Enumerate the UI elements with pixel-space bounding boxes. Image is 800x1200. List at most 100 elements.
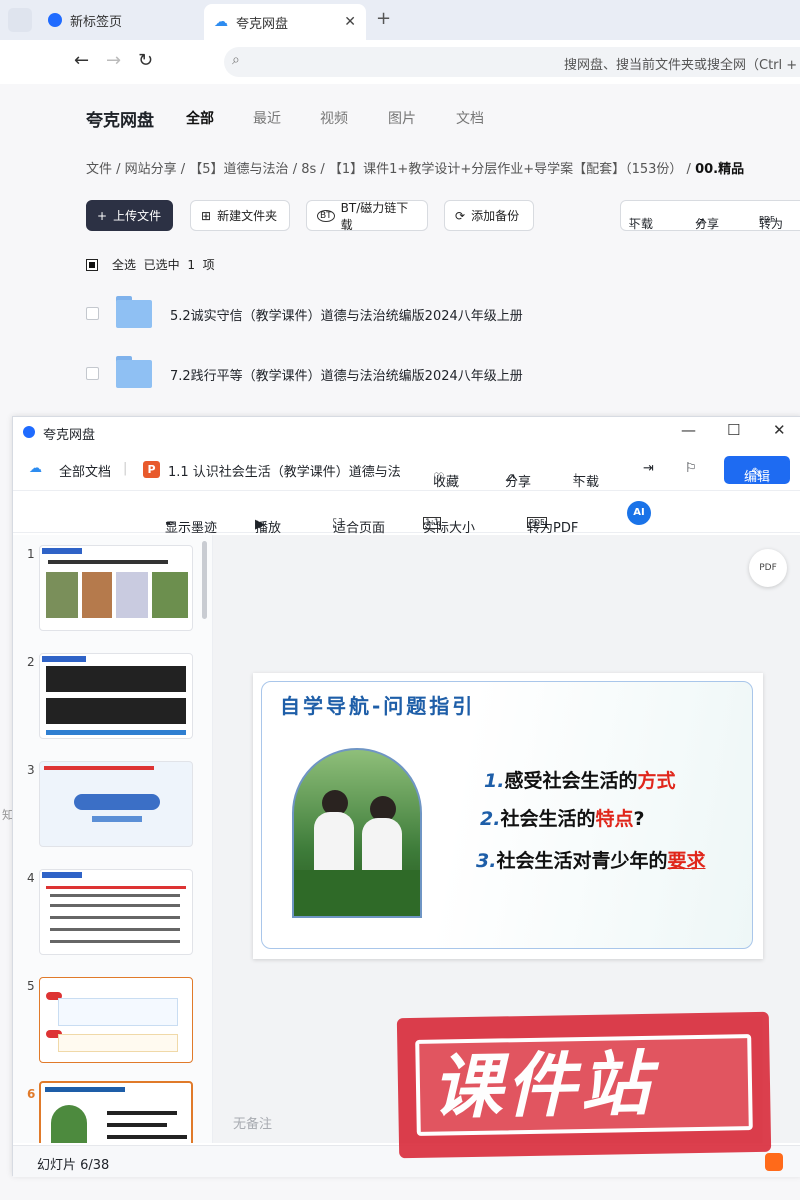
upload-button[interactable]: + 上传文件 [86,200,173,231]
new-folder-button[interactable]: ⊞ 新建文件夹 [190,200,290,231]
selected-count: 1 [187,258,195,272]
file-row[interactable]: 7.2践行平等（教学课件）道德与法治统编版2024八年级上册 [86,354,786,394]
share-label: 分享 [695,217,720,231]
slide-thumbnail-2[interactable] [39,653,193,739]
quark-logo-icon [48,13,62,27]
upload-label: 上传文件 [113,209,162,223]
plus-icon: + [97,208,108,223]
backup-icon: ⟳ [455,208,466,223]
thumbnail-number: 6 [27,1087,36,1101]
backup-label: 添加备份 [471,209,520,223]
current-slide: 自学导航-问题指引 1.感受社会生活的方式 2.社会生活的特点? 3.社会生活对… [253,673,763,959]
breadcrumb[interactable]: 文件 / 网站分享 / 【5】道德与法治 / 8s / 【1】课件1+教学设计+… [86,158,744,177]
breadcrumb-path[interactable]: 文件 / 网站分享 / 【5】道德与法治 / 8s / 【1】课件1+教学设计+… [86,162,691,177]
question-1: 1.感受社会生活的方式 [484,766,675,793]
edit-label: 编辑 [743,470,770,485]
slide-thumbnail-1[interactable] [39,545,193,631]
report-icon[interactable]: ⚐ [685,461,697,476]
folder-icon [116,356,152,388]
page-title: 夸克网盘 [86,111,154,131]
question-2: 2.社会生活的特点? [480,804,645,831]
nav-tab-video[interactable]: 视频 [320,108,348,128]
selected-label: 已选中 [143,258,180,272]
question-highlight: 要求 [667,850,706,872]
thumbnail-number: 2 [27,655,35,669]
breadcrumb-current: 00.精品 [695,162,745,177]
file-name[interactable]: 7.2践行平等（教学课件）道德与法治统编版2024八年级上册 [170,365,523,384]
slideshow-play-icon[interactable] [765,1153,783,1171]
row-checkbox[interactable] [86,307,99,320]
nav-tab-document[interactable]: 文档 [456,108,484,128]
convert-label: 转为 [759,217,784,231]
bt-download-button[interactable]: BT BT/磁力链下载 [306,200,428,232]
search-input[interactable]: ⌕ 搜网盘、搜当前文件夹或搜全网（Ctrl + F） [224,47,800,77]
thumbnail-number: 1 [27,547,35,561]
slide-frame: 自学导航-问题指引 1.感受社会生活的方式 2.社会生活的特点? 3.社会生活对… [261,681,753,949]
thumbnail-number: 4 [27,871,35,885]
new-tab-plus-icon[interactable]: + [376,8,391,29]
question-number: 3. [476,850,497,872]
watermark-stamp: 课件站 [396,1011,772,1159]
tab-new-tab[interactable]: 新标签页 [40,4,200,36]
tab-search-icon[interactable] [8,8,32,32]
question-text: 社会生活对青少年的 [496,850,668,872]
file-actions-group: ⤓ 下载 ↗ 分享 PDF 转为 [620,200,800,231]
nav-tab-recent[interactable]: 最近 [253,108,281,128]
slide-thumbnail-5[interactable] [39,977,193,1063]
select-all-checkbox[interactable] [86,259,98,271]
download-label: 下载 [573,475,600,490]
thumbnail-number: 3 [27,763,35,777]
select-all-label[interactable]: 全选 [112,258,136,272]
students-photo [292,748,422,918]
row-checkbox[interactable] [86,367,99,380]
nav-tab-all[interactable]: 全部 [186,108,214,128]
sidebar-scrollbar[interactable] [202,541,207,619]
cloud-icon: ☁ [214,14,228,30]
thumbnail-number: 5 [27,979,35,993]
share-label: 分享 [505,475,532,490]
to-pdf-label: 转为PDF [527,521,579,536]
question-highlight: 方式 [637,770,676,792]
back-arrow-icon[interactable]: ← [74,50,89,71]
watermark-text: 课件站 [431,1042,655,1129]
edit-button[interactable]: ✎ 编辑 [724,456,790,485]
close-icon[interactable]: ✕ [773,421,786,439]
close-icon[interactable]: ✕ [344,14,356,30]
ai-assistant-icon[interactable]: AI [627,501,651,525]
file-row[interactable]: 5.2诚实守信（教学课件）道德与法治统编版2024八年级上册 [86,294,786,334]
file-name[interactable]: 5.2诚实守信（教学课件）道德与法治统编版2024八年级上册 [170,305,523,324]
viewer-toolbar-primary: ☁ 全部文档 | P 1.1 认识社会生活（教学课件）道德与法 ♡ 收藏 ↗ 分… [13,451,800,491]
tab-quark-disk[interactable]: ☁ 夸克网盘 ✕ [204,4,366,40]
new-folder-label: 新建文件夹 [217,209,278,223]
add-backup-button[interactable]: ⟳ 添加备份 [444,200,534,231]
open-external-icon[interactable]: ⇥ [643,461,654,476]
slide-thumbnail-3[interactable] [39,761,193,847]
all-docs-button[interactable]: 全部文档 [59,461,111,480]
folder-plus-icon: ⊞ [201,208,212,223]
browser-tab-bar: 新标签页 ☁ 夸克网盘 ✕ + [0,0,800,40]
ppt-file-icon: P [143,461,160,478]
quark-logo-icon [23,426,35,438]
divider: | [123,461,128,476]
nav-tab-image[interactable]: 图片 [388,108,416,128]
question-number: 1. [484,770,505,792]
viewer-toolbar-secondary: ✒ 显示墨迹 ▶ 播放 ⛶ 适合页面 1:1 实际大小 PDF 转为PDF AI [13,493,800,536]
pdf-export-fab-icon[interactable]: PDF [749,549,787,587]
actual-label: 实际大小 [423,521,476,536]
minimize-icon[interactable]: — [681,421,696,439]
search-placeholder: 搜网盘、搜当前文件夹或搜全网（Ctrl + F） [564,58,800,73]
play-label: 播放 [255,521,282,536]
slide-thumbnail-4[interactable] [39,869,193,955]
question-text: 感受社会生活的 [504,770,638,792]
refresh-icon[interactable]: ↻ [138,50,153,71]
address-bar: ← → ↻ ⌕ 搜网盘、搜当前文件夹或搜全网（Ctrl + F） [0,40,800,84]
favorite-label: 收藏 [433,475,460,490]
ink-label: 显示墨迹 [165,521,218,536]
slide-thumbnail-6[interactable] [39,1081,193,1143]
slide-counter: 幻灯片 6/38 [37,1158,110,1173]
bt-icon: BT [317,209,335,222]
maximize-icon[interactable]: ☐ [727,421,740,439]
forward-arrow-icon[interactable]: → [106,50,121,71]
download-label: 下载 [629,217,654,231]
question-text: 社会生活的 [500,808,596,830]
